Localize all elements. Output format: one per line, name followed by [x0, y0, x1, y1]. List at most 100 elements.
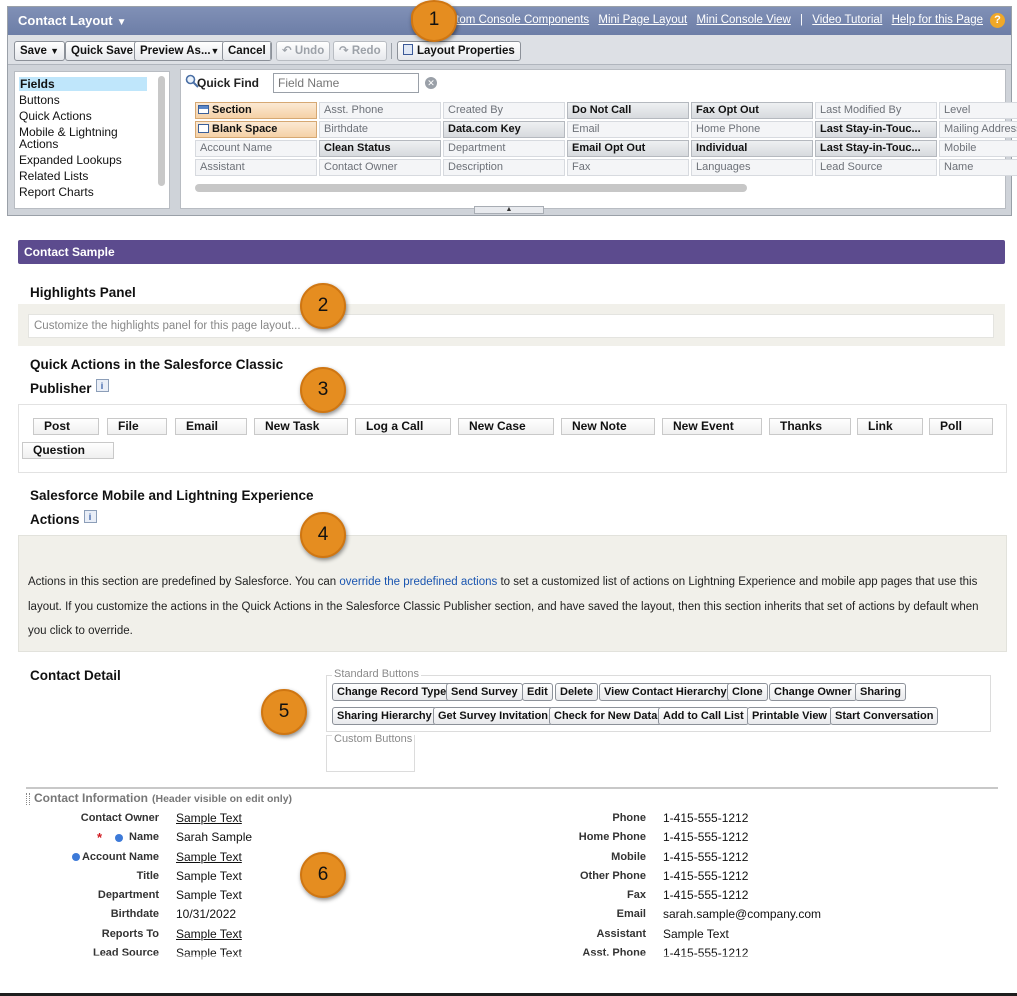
- standard-button[interactable]: Check for New Data: [549, 707, 663, 725]
- category-quick-actions[interactable]: Quick Actions: [19, 109, 92, 123]
- palette-field[interactable]: Do Not Call: [567, 102, 689, 119]
- field-value[interactable]: 1-415-555-1212: [663, 888, 748, 902]
- standard-button[interactable]: Start Conversation: [830, 707, 939, 725]
- standard-button[interactable]: Clone: [727, 683, 768, 701]
- field-value[interactable]: Sample Text: [176, 927, 242, 941]
- palette-field[interactable]: Blank Space: [195, 121, 317, 138]
- publisher-action[interactable]: Post: [33, 418, 99, 435]
- palette-field[interactable]: Email: [567, 121, 689, 138]
- highlights-panel[interactable]: Customize the highlights panel for this …: [18, 304, 1005, 346]
- save-button[interactable]: Save ▼: [14, 41, 65, 61]
- preview-as-button[interactable]: Preview As...▼: [134, 41, 226, 61]
- publisher-action[interactable]: Email: [175, 418, 247, 435]
- category-list-scrollbar[interactable]: [158, 76, 165, 186]
- publisher-action[interactable]: Poll: [929, 418, 993, 435]
- palette-scrollbar[interactable]: [195, 184, 747, 192]
- publisher-action[interactable]: New Event: [662, 418, 762, 435]
- info-icon[interactable]: i: [83, 510, 97, 523]
- publisher-action[interactable]: New Task: [254, 418, 348, 435]
- link-help-for-this-page[interactable]: Help for this Page: [892, 14, 983, 26]
- palette-field[interactable]: Department: [443, 140, 565, 157]
- standard-button[interactable]: View Contact Hierarchy: [599, 683, 732, 701]
- field-value[interactable]: 10/31/2022: [176, 907, 236, 921]
- palette-field[interactable]: Name: [939, 159, 1017, 176]
- standard-button[interactable]: Get Survey Invitation: [433, 707, 554, 725]
- collapse-palette-handle[interactable]: ▲: [474, 206, 544, 214]
- palette-field[interactable]: Birthdate: [319, 121, 441, 138]
- field-value[interactable]: Sample Text: [176, 850, 242, 864]
- field-value[interactable]: Sample Text: [176, 869, 242, 883]
- palette-field[interactable]: Last Stay-in-Touc...: [815, 140, 937, 157]
- field-value[interactable]: sarah.sample@company.com: [663, 907, 821, 921]
- palette-field[interactable]: Clean Status: [319, 140, 441, 157]
- palette-field[interactable]: Lead Source: [815, 159, 937, 176]
- override-predefined-actions-link[interactable]: override the predefined actions: [339, 576, 497, 588]
- undo-button[interactable]: ↶ Undo: [276, 41, 331, 61]
- standard-button[interactable]: Delete: [555, 683, 599, 701]
- field-value[interactable]: 1-415-555-1212: [663, 850, 748, 864]
- palette-field[interactable]: Last Modified By: [815, 102, 937, 119]
- field-value[interactable]: Sample Text: [176, 888, 242, 902]
- standard-button[interactable]: Add to Call List: [658, 707, 749, 725]
- palette-field[interactable]: Languages: [691, 159, 813, 176]
- palette-field[interactable]: Fax: [567, 159, 689, 176]
- palette-field[interactable]: Home Phone: [691, 121, 813, 138]
- field-value[interactable]: Sarah Sample: [176, 830, 252, 844]
- drag-handle-icon[interactable]: [26, 793, 30, 805]
- clear-search-icon[interactable]: ✕: [425, 77, 437, 89]
- palette-field[interactable]: Fax Opt Out: [691, 102, 813, 119]
- quick-save-button[interactable]: Quick Save: [65, 41, 140, 61]
- link-mini-page-layout[interactable]: Mini Page Layout: [598, 14, 687, 26]
- palette-field[interactable]: Asst. Phone: [319, 102, 441, 119]
- help-icon[interactable]: ?: [990, 13, 1005, 28]
- standard-button[interactable]: Send Survey: [446, 683, 523, 701]
- category-expanded-lookups[interactable]: Expanded Lookups: [19, 153, 122, 167]
- standard-button[interactable]: Sharing: [855, 683, 906, 701]
- standard-button[interactable]: Change Owner: [769, 683, 857, 701]
- palette-field[interactable]: Contact Owner: [319, 159, 441, 176]
- palette-field[interactable]: Created By: [443, 102, 565, 119]
- publisher-action[interactable]: New Case: [458, 418, 554, 435]
- publisher-action[interactable]: File: [107, 418, 167, 435]
- highlights-panel-placeholder[interactable]: Customize the highlights panel for this …: [28, 314, 994, 338]
- info-icon[interactable]: i: [95, 379, 109, 392]
- contact-information-section-header[interactable]: Contact Information (Header visible on ed…: [34, 791, 292, 805]
- palette-field[interactable]: Account Name: [195, 140, 317, 157]
- palette-field[interactable]: Section: [195, 102, 317, 119]
- category-report-charts[interactable]: Report Charts: [19, 185, 94, 199]
- link-video-tutorial[interactable]: Video Tutorial: [812, 14, 882, 26]
- palette-field[interactable]: Individual: [691, 140, 813, 157]
- link-custom-console-components[interactable]: Custom Console Components: [436, 14, 589, 26]
- palette-field[interactable]: Level: [939, 102, 1017, 119]
- category-mobile-lightning-actions[interactable]: Actions: [19, 137, 58, 151]
- category-buttons[interactable]: Buttons: [19, 93, 60, 107]
- field-value[interactable]: 1-415-555-1212: [663, 830, 748, 844]
- standard-button[interactable]: Sharing Hierarchy: [332, 707, 437, 725]
- publisher-action[interactable]: Log a Call: [355, 418, 451, 435]
- publisher-action[interactable]: Link: [857, 418, 923, 435]
- palette-field[interactable]: Email Opt Out: [567, 140, 689, 157]
- field-value[interactable]: Sample Text: [663, 927, 729, 941]
- standard-button[interactable]: Printable View: [747, 707, 832, 725]
- publisher-action[interactable]: New Note: [561, 418, 655, 435]
- redo-button[interactable]: ↷ Redo: [333, 41, 387, 61]
- field-value[interactable]: 1-415-555-1212: [663, 811, 748, 825]
- publisher-action[interactable]: Question: [22, 442, 114, 459]
- category-related-lists[interactable]: Related Lists: [19, 169, 88, 183]
- publisher-action[interactable]: Thanks: [769, 418, 851, 435]
- palette-field[interactable]: Mailing Address: [939, 121, 1017, 138]
- cancel-button[interactable]: Cancel: [222, 41, 272, 61]
- standard-button[interactable]: Edit: [522, 683, 553, 701]
- palette-field[interactable]: Data.com Key: [443, 121, 565, 138]
- palette-field[interactable]: Description: [443, 159, 565, 176]
- standard-button[interactable]: Change Record Type: [332, 683, 452, 701]
- layout-properties-button[interactable]: Layout Properties: [397, 41, 521, 61]
- link-mini-console-view[interactable]: Mini Console View: [696, 14, 790, 26]
- field-value[interactable]: 1-415-555-1212: [663, 869, 748, 883]
- palette-field[interactable]: Assistant: [195, 159, 317, 176]
- layout-title-menu[interactable]: Contact Layout ▼: [18, 13, 127, 28]
- palette-field[interactable]: Mobile: [939, 140, 1017, 157]
- category-fields[interactable]: Fields: [19, 77, 147, 91]
- field-value[interactable]: Sample Text: [176, 811, 242, 825]
- palette-field[interactable]: Last Stay-in-Touc...: [815, 121, 937, 138]
